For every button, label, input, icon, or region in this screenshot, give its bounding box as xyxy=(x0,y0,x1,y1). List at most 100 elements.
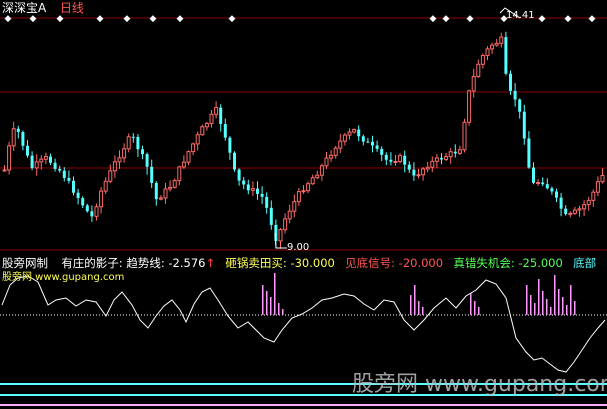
candle-38 xyxy=(177,165,182,186)
candle-53 xyxy=(246,179,250,195)
candle-108 xyxy=(499,32,504,48)
signal-marker-12: ◆ xyxy=(539,14,546,24)
candle-82 xyxy=(380,146,384,161)
candle-14 xyxy=(67,170,71,184)
signal-marker-6: ◆ xyxy=(177,14,184,24)
candle-11 xyxy=(53,158,57,172)
candle-104 xyxy=(480,53,485,69)
candle-89 xyxy=(412,162,416,181)
candle-106 xyxy=(490,42,495,54)
signal-marker-0: ◆ xyxy=(5,14,12,24)
signal-marker-10: ◆ xyxy=(467,14,474,24)
candle-123 xyxy=(568,211,573,218)
indicator-bar-5 xyxy=(282,309,284,315)
candle-28 xyxy=(131,133,135,143)
candle-37 xyxy=(172,178,177,189)
signal-marker-14: ◆ xyxy=(589,14,596,24)
candle-49 xyxy=(228,136,232,160)
indicator-bar-19 xyxy=(550,307,552,315)
stock-name[interactable]: 深深宝A xyxy=(2,1,46,15)
legend-item-cuoshi-value: -25.000 xyxy=(518,256,563,270)
signal-marker-13: ◆ xyxy=(565,14,572,24)
candle-16 xyxy=(76,188,80,205)
legend-item-trend-label: 趋势线: xyxy=(126,256,165,270)
candle-75 xyxy=(347,128,352,140)
indicator-bar-8 xyxy=(418,301,420,315)
candle-101 xyxy=(467,89,472,126)
candle-120 xyxy=(555,188,558,203)
candle-3 xyxy=(16,125,20,139)
legend-item-zaguo-value: -30.000 xyxy=(290,256,335,270)
candle-91 xyxy=(421,166,426,181)
candle-72 xyxy=(333,145,338,159)
candle-9 xyxy=(43,152,48,165)
candle-115 xyxy=(532,162,535,185)
candle-81 xyxy=(375,140,379,152)
indicator-bar-11 xyxy=(474,301,476,315)
candle-117 xyxy=(541,177,545,187)
indicator-line xyxy=(1,275,606,373)
candle-126 xyxy=(582,200,587,217)
candle-125 xyxy=(577,205,582,217)
indicator-bar-6 xyxy=(410,295,412,315)
legend-item-jiandi-label: 见底信号: xyxy=(345,256,396,270)
indicator-bar-10 xyxy=(470,293,472,315)
candle-87 xyxy=(403,150,407,173)
candle-96 xyxy=(444,152,449,162)
candle-7 xyxy=(34,154,39,176)
candle-61 xyxy=(283,213,288,234)
candle-113 xyxy=(522,104,526,145)
candle-58 xyxy=(269,200,273,230)
candle-29 xyxy=(136,134,140,157)
candle-77 xyxy=(357,125,361,142)
candle-70 xyxy=(324,151,329,169)
signal-marker-5: ◆ xyxy=(150,14,157,24)
candle-85 xyxy=(393,154,398,166)
indicator-name[interactable]: 股旁网制 xyxy=(2,256,48,270)
candle-109 xyxy=(504,31,508,76)
candle-86 xyxy=(398,153,403,164)
signal-marker-1: ◆ xyxy=(30,14,37,24)
legend-item-dibu-label: 底部 xyxy=(573,256,597,270)
candle-45 xyxy=(209,109,214,128)
candle-60 xyxy=(278,228,283,249)
signal-marker-4: ◆ xyxy=(124,14,131,24)
candle-93 xyxy=(430,156,435,173)
candle-43 xyxy=(200,124,205,136)
candle-127 xyxy=(586,196,591,211)
period-label[interactable]: 日线 xyxy=(60,1,84,15)
candle-56 xyxy=(260,186,264,205)
candle-97 xyxy=(448,148,453,165)
candle-20 xyxy=(94,203,99,221)
candle-51 xyxy=(237,168,241,186)
candle-46 xyxy=(214,101,219,119)
indicator-bar-1 xyxy=(266,291,268,315)
indicator-legend: 股旁网制 有庄的影子: 趋势线: -2.576↑ 砸锅卖田买: -30.000 … xyxy=(2,256,596,270)
signal-marker-9: ◆ xyxy=(443,14,450,24)
candle-39 xyxy=(181,155,186,169)
candle-2 xyxy=(11,121,16,151)
candle-23 xyxy=(108,164,113,184)
candle-88 xyxy=(407,161,411,173)
indicator-bar-12 xyxy=(478,307,480,315)
candle-95 xyxy=(440,153,443,165)
candle-90 xyxy=(416,168,421,179)
candle-63 xyxy=(292,194,297,218)
candle-6 xyxy=(30,151,34,171)
indicator-bar-16 xyxy=(538,279,540,315)
candle-130 xyxy=(600,168,605,184)
signal-marker-7: ◆ xyxy=(229,14,236,24)
candle-52 xyxy=(242,176,246,190)
candle-26 xyxy=(122,143,127,163)
candle-62 xyxy=(287,204,292,224)
candle-5 xyxy=(26,140,29,158)
candle-99 xyxy=(457,145,462,155)
candle-92 xyxy=(425,161,430,173)
chart-window: ◆ ◆ ◆ ◆ ◆ ◆ ◆ ◆ ◆ ◆ ◆ ◆ ◆ ◆ ◆ 深深宝A 日线 14.41 9.00 股旁网制 … xyxy=(0,0,607,409)
candle-103 xyxy=(476,59,481,78)
indicator-bar-17 xyxy=(542,291,544,315)
candle-128 xyxy=(591,189,596,207)
candle-69 xyxy=(319,163,324,181)
candle-68 xyxy=(315,170,320,179)
candle-30 xyxy=(141,145,144,160)
